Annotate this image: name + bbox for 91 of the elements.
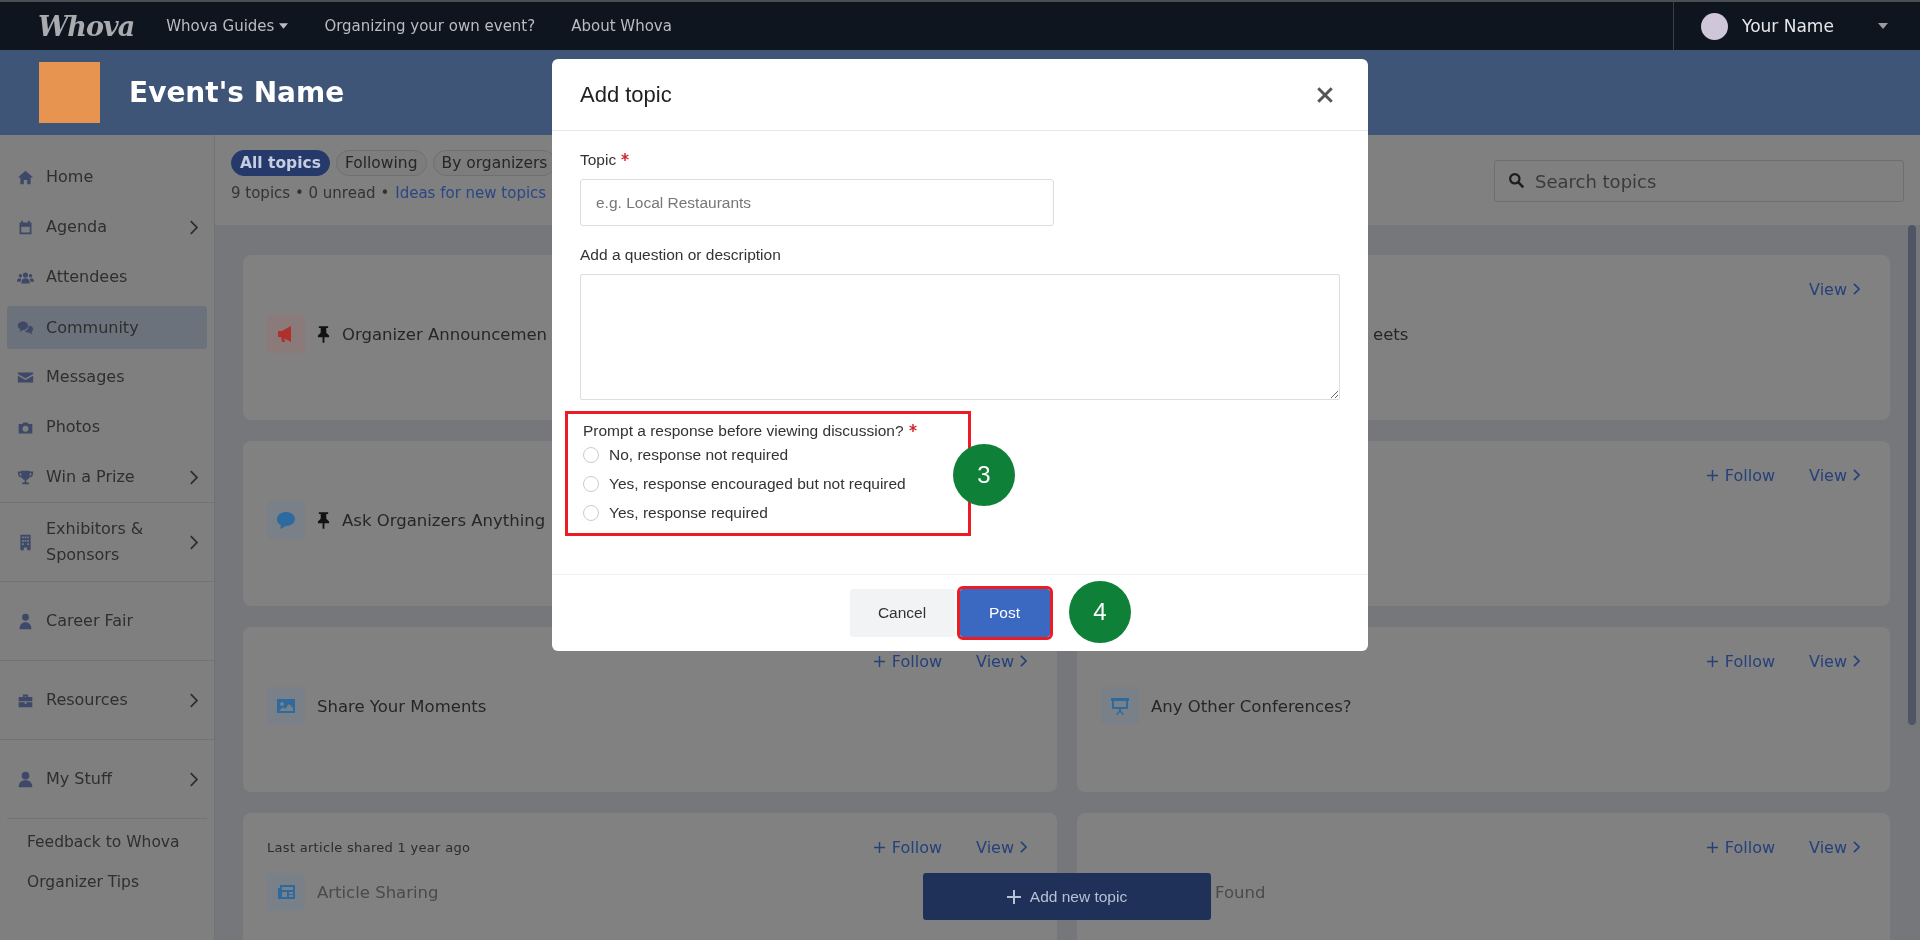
- sidebar-item[interactable]: Exhibitors & Sponsors: [0, 502, 214, 581]
- view-link[interactable]: View: [1809, 837, 1860, 857]
- sidebar-link[interactable]: Feedback to Whova: [7, 818, 207, 865]
- topic-title: Ask Organizers Anything: [342, 510, 546, 530]
- post-button[interactable]: Post: [959, 589, 1050, 637]
- chevron-icon: [189, 469, 198, 485]
- search-icon: [1508, 172, 1525, 189]
- chat-icon: [17, 319, 34, 336]
- chevron-icon: [189, 771, 198, 787]
- chevron-icon: [189, 534, 198, 550]
- whova-logo[interactable]: Whova: [38, 10, 135, 42]
- view-link[interactable]: View: [1809, 279, 1860, 299]
- topic-title: Share Your Moments: [317, 696, 487, 716]
- description-textarea[interactable]: [580, 274, 1340, 400]
- sidebar-item[interactable]: Home: [0, 152, 214, 202]
- topic-summary: 9 topics • 0 unread •: [231, 184, 390, 202]
- plus-icon: [1706, 655, 1718, 667]
- dialog-title: Add topic: [580, 81, 672, 108]
- presentation-icon: [1101, 687, 1139, 725]
- caret-icon: [1878, 23, 1888, 29]
- sidebar-item[interactable]: Win a Prize: [0, 452, 214, 502]
- nav-link[interactable]: About Whova: [571, 17, 672, 35]
- event-title: Event's Name: [129, 76, 345, 109]
- search-field[interactable]: Search topics: [1494, 160, 1904, 202]
- trophy-icon: [17, 468, 34, 486]
- building-icon: [17, 533, 34, 551]
- calendar-icon: [17, 218, 34, 236]
- field-label: Add a question or description: [580, 246, 781, 264]
- scrollbar[interactable]: [1908, 225, 1916, 725]
- sidebar-link[interactable]: Organizer Tips: [0, 865, 214, 905]
- sidebar-item[interactable]: My Stuff: [0, 739, 214, 818]
- person-icon: [17, 770, 34, 788]
- radio-option[interactable]: Yes, response required: [583, 498, 954, 527]
- chevron-icon: [189, 219, 198, 235]
- chevron-icon: [1853, 655, 1860, 667]
- view-link[interactable]: View: [976, 651, 1027, 671]
- topic-title: Any Other Conferences?: [1151, 696, 1352, 716]
- topic-note: Last article shared 1 year ago: [267, 839, 471, 855]
- person-tie-icon: [17, 612, 34, 630]
- view-link[interactable]: View: [976, 837, 1027, 857]
- follow-link[interactable]: Follow: [1706, 837, 1776, 857]
- filter-tab[interactable]: All topics: [231, 150, 330, 176]
- topic-input[interactable]: e.g. Local Restaurants: [580, 179, 1054, 226]
- chevron-icon: [1020, 841, 1027, 853]
- ideas-link[interactable]: Ideas for new topics: [395, 184, 547, 202]
- topic-card[interactable]: Follow View Share Your Moments: [243, 627, 1057, 792]
- home-icon: [17, 168, 34, 186]
- follow-link[interactable]: Follow: [873, 651, 943, 671]
- follow-link[interactable]: Follow: [873, 837, 943, 857]
- radio-option[interactable]: No, response not required: [583, 440, 954, 469]
- sidebar-item[interactable]: Attendees: [0, 252, 214, 302]
- sidebar-item[interactable]: Agenda: [0, 202, 214, 252]
- caret-icon: [279, 23, 289, 29]
- topic-title: Organizer Announcemen: [342, 324, 548, 344]
- nav-link[interactable]: Organizing your own event?: [324, 17, 536, 35]
- topic-title: eets: [1373, 324, 1409, 344]
- megaphone-icon: [267, 315, 305, 353]
- newspaper-icon: [267, 873, 305, 911]
- sidebar-item[interactable]: Resources: [0, 660, 214, 739]
- avatar: [1701, 12, 1728, 40]
- user-name: Your Name: [1742, 16, 1835, 36]
- chevron-icon: [1853, 841, 1860, 853]
- plus-icon: [873, 841, 885, 853]
- plus-icon: [1706, 469, 1718, 481]
- view-link[interactable]: View: [1809, 651, 1860, 671]
- sidebar-item[interactable]: Community: [7, 306, 207, 349]
- nav-link[interactable]: Whova Guides: [166, 17, 289, 35]
- sidebar-item[interactable]: Career Fair: [0, 581, 214, 660]
- radio-option[interactable]: Yes, response encouraged but not required: [583, 469, 954, 498]
- filter-tab[interactable]: Following: [335, 150, 427, 176]
- view-link[interactable]: View: [1809, 465, 1860, 485]
- chevron-icon: [1853, 469, 1860, 481]
- event-logo: [39, 62, 100, 123]
- close-icon[interactable]: [1316, 85, 1334, 104]
- cancel-button[interactable]: Cancel: [849, 589, 955, 637]
- follow-link[interactable]: Follow: [1706, 651, 1776, 671]
- plus-icon: [1006, 889, 1021, 904]
- add-topic-button[interactable]: Add new topic: [923, 873, 1211, 920]
- topic-card[interactable]: Follow View Any Other Conferences?: [1077, 627, 1890, 792]
- follow-link[interactable]: Follow: [1706, 465, 1776, 485]
- sidebar-item[interactable]: Messages: [0, 352, 214, 402]
- plus-icon: [873, 655, 885, 667]
- chevron-icon: [189, 692, 198, 708]
- field-label: Topic: [580, 151, 617, 169]
- question-label: Prompt a response before viewing discussion?: [583, 422, 904, 440]
- plus-icon: [1706, 841, 1718, 853]
- chevron-icon: [1853, 283, 1860, 295]
- chevron-icon: [1020, 655, 1027, 667]
- question-icon: [267, 501, 305, 539]
- sidebar-item[interactable]: Photos: [0, 402, 214, 452]
- image-icon: [267, 687, 305, 725]
